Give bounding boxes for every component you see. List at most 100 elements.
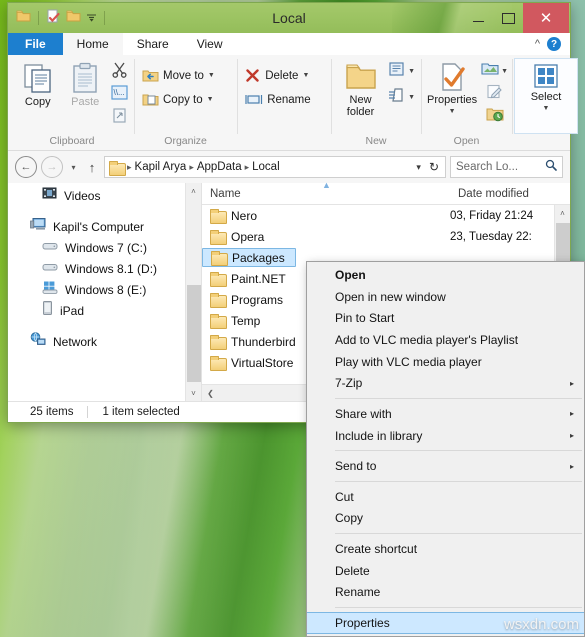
sidebar-item-windows-7-c[interactable]: Windows 7 (C:) xyxy=(8,237,201,258)
search-input[interactable]: Search Lo... xyxy=(450,156,563,178)
menu-item-properties-label: Properties xyxy=(335,616,390,630)
forward-button[interactable]: → xyxy=(41,156,63,178)
edit-icon[interactable] xyxy=(486,84,504,104)
window-controls[interactable]: ✕ xyxy=(463,3,570,33)
sidebar-item-network[interactable]: Network xyxy=(8,331,201,352)
properties-caret-icon[interactable]: ▼ xyxy=(449,108,456,115)
ribbon-group-open-label: Open xyxy=(453,135,480,147)
menu-item-open-in-new-window[interactable]: Open in new window xyxy=(307,286,584,308)
folder-icon[interactable] xyxy=(16,9,31,28)
delete-caret-icon[interactable]: ▼ xyxy=(302,72,309,79)
select-button[interactable]: Select ▼ xyxy=(523,62,569,112)
back-button[interactable]: ← xyxy=(15,156,37,178)
sidebar-item-windows-81-d[interactable]: Windows 8.1 (D:) xyxy=(8,258,201,279)
breadcrumb-dropdown-icon[interactable]: ▾ xyxy=(416,162,421,173)
table-row[interactable]: Opera 23, Tuesday 22: xyxy=(202,226,570,247)
address-bar: ← → ▾ ↑ ▸ Kapil Arya ▸ AppData ▸ Local ▾… xyxy=(8,151,570,183)
menu-item-share-with[interactable]: Share with ▸ xyxy=(307,403,584,425)
menu-item-7zip[interactable]: 7-Zip ▸ xyxy=(307,373,584,395)
easy-access-button[interactable]: ▼ xyxy=(388,87,415,108)
menu-item-create-shortcut[interactable]: Create shortcut xyxy=(307,538,584,560)
search-placeholder: Search Lo... xyxy=(456,161,519,173)
menu-item-rename[interactable]: Rename xyxy=(307,581,584,603)
tab-file[interactable]: File xyxy=(8,33,63,55)
copy-to-button[interactable]: Copy to ▼ xyxy=(140,89,217,110)
search-icon[interactable] xyxy=(545,158,557,176)
open-icon[interactable] xyxy=(481,61,499,81)
help-icon[interactable]: ? xyxy=(547,37,561,51)
open-with-button[interactable]: ▼ xyxy=(481,61,508,81)
breadcrumb-item-2[interactable]: Local xyxy=(252,161,280,173)
file-name: Nero xyxy=(231,208,258,223)
context-menu[interactable]: Open Open in new window Pin to Start Add… xyxy=(306,261,585,637)
refresh-icon[interactable]: ↻ xyxy=(429,160,439,174)
open-caret-icon[interactable]: ▼ xyxy=(501,68,508,75)
breadcrumb[interactable]: ▸ Kapil Arya ▸ AppData ▸ Local ▾ ↻ xyxy=(104,156,446,178)
hscroll-left-button[interactable]: ❮ xyxy=(202,389,219,398)
ribbon-tab-filler: ^ ? xyxy=(236,33,570,55)
svg-text:\\...: \\... xyxy=(114,88,125,97)
nav-pane-scrollbar[interactable]: ˄ ˅ xyxy=(185,183,201,401)
menu-item-include-in-library[interactable]: Include in library ▸ xyxy=(307,425,584,447)
nav-scroll-track[interactable] xyxy=(186,199,202,385)
close-button[interactable]: ✕ xyxy=(523,3,569,33)
move-to-button[interactable]: Move to ▼ xyxy=(140,65,217,86)
maximize-button[interactable] xyxy=(493,3,523,33)
folder-icon xyxy=(210,356,227,371)
menu-separator-3 xyxy=(335,480,582,482)
easy-access-icon[interactable] xyxy=(388,87,406,108)
nav-scroll-down-button[interactable]: ˅ xyxy=(186,385,202,401)
ribbon-tab-bar[interactable]: File Home Share View ^ ? xyxy=(8,33,570,55)
new-item-icon[interactable] xyxy=(388,61,406,82)
sidebar-item-windows-8-e[interactable]: Windows 8 (E:) xyxy=(8,279,201,300)
quick-access-toolbar[interactable] xyxy=(8,9,107,28)
history-icon[interactable] xyxy=(486,107,504,127)
sidebar-item-videos[interactable]: Videos xyxy=(8,185,201,206)
nav-scroll-thumb[interactable] xyxy=(186,284,201,382)
menu-item-send-to[interactable]: Send to ▸ xyxy=(307,455,584,477)
qat-dropdown-icon[interactable] xyxy=(86,9,97,27)
menu-item-cut[interactable]: Cut xyxy=(307,486,584,508)
menu-item-copy[interactable]: Copy xyxy=(307,508,584,530)
easy-access-caret-icon[interactable]: ▼ xyxy=(408,94,415,101)
move-to-caret-icon[interactable]: ▼ xyxy=(208,72,215,79)
paste-button[interactable]: Paste xyxy=(64,59,108,108)
recent-locations-icon[interactable]: ▾ xyxy=(67,163,80,172)
rename-button[interactable]: Rename xyxy=(243,89,312,110)
submenu-arrow-icon: ▸ xyxy=(569,431,574,441)
copy-path-icon[interactable]: \\... xyxy=(111,85,128,105)
minimize-button[interactable] xyxy=(463,3,493,33)
sidebar-item-ipad[interactable]: iPad xyxy=(8,300,201,321)
menu-item-pin-to-start[interactable]: Pin to Start xyxy=(307,307,584,329)
menu-item-add-to-vlc-playlist[interactable]: Add to VLC media player's Playlist xyxy=(307,329,584,351)
file-name: Packages xyxy=(232,250,285,265)
table-row[interactable]: Nero 03, Friday 21:24 xyxy=(202,205,570,226)
column-header-date[interactable]: Date modified xyxy=(450,188,529,200)
menu-item-play-with-vlc[interactable]: Play with VLC media player xyxy=(307,351,584,373)
properties-icon[interactable] xyxy=(46,9,61,28)
menu-item-open[interactable]: Open xyxy=(307,264,584,286)
new-item-button[interactable]: ▼ xyxy=(388,61,415,82)
delete-button[interactable]: Delete ▼ xyxy=(243,65,312,86)
cut-icon[interactable] xyxy=(111,61,128,83)
list-scroll-up-button[interactable]: ˄ xyxy=(560,205,565,221)
new-folder-icon[interactable] xyxy=(66,9,81,28)
breadcrumb-item-1[interactable]: AppData xyxy=(197,161,242,173)
up-button[interactable]: ↑ xyxy=(84,160,100,175)
sidebar-item-computer[interactable]: Kapil's Computer xyxy=(8,216,201,237)
properties-button[interactable]: Properties ▼ xyxy=(427,59,477,115)
copy-button[interactable]: Copy xyxy=(16,59,60,108)
tab-home[interactable]: Home xyxy=(62,33,123,55)
copy-to-caret-icon[interactable]: ▼ xyxy=(207,96,214,103)
select-caret-icon[interactable]: ▼ xyxy=(543,105,550,112)
tab-share[interactable]: Share xyxy=(122,33,183,55)
paste-shortcut-icon[interactable] xyxy=(111,107,128,129)
breadcrumb-item-0[interactable]: Kapil Arya xyxy=(135,161,187,173)
tab-view[interactable]: View xyxy=(182,33,237,55)
nav-scroll-up-button[interactable]: ˄ xyxy=(186,183,202,199)
new-folder-button[interactable]: New folder xyxy=(337,59,384,118)
breadcrumb-sep-1: ▸ xyxy=(189,161,194,172)
menu-item-delete[interactable]: Delete xyxy=(307,560,584,582)
chevron-up-icon[interactable]: ^ xyxy=(535,38,540,50)
new-item-caret-icon[interactable]: ▼ xyxy=(408,68,415,75)
